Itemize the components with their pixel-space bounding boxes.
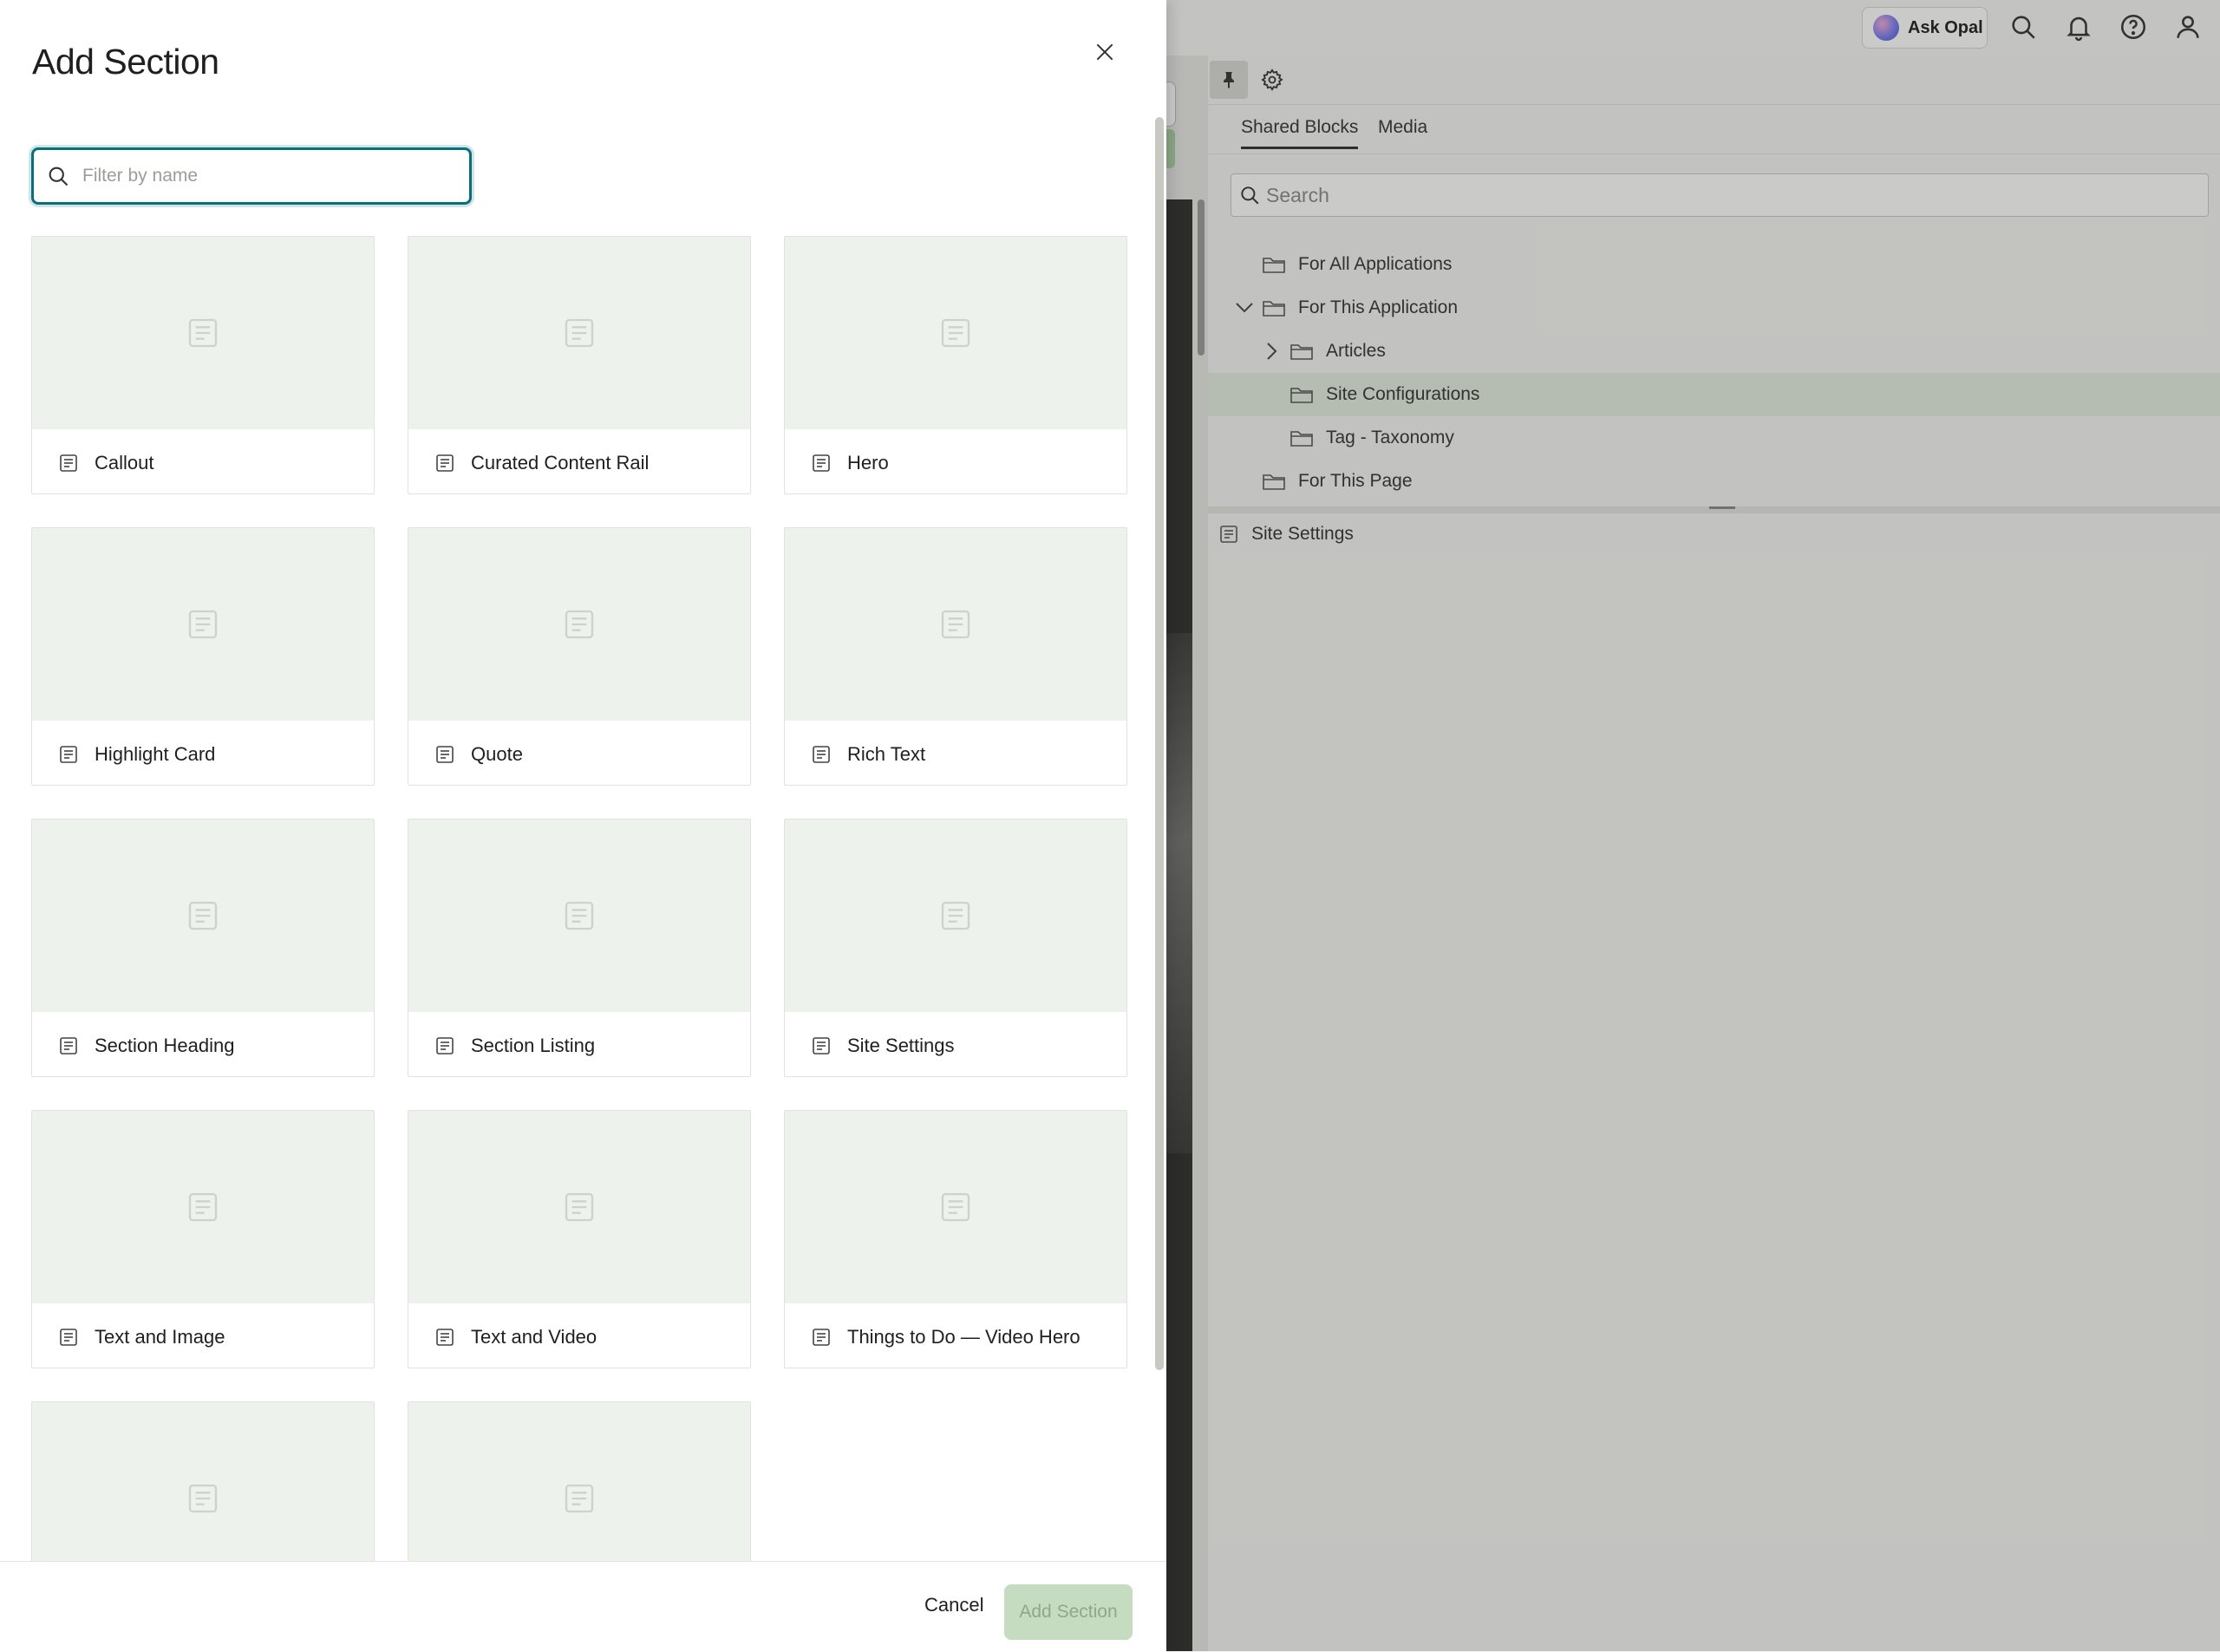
card-title: Text and Image (95, 1326, 225, 1348)
card-title: Quote (471, 743, 523, 765)
block-icon (565, 1192, 594, 1222)
section-card[interactable]: Curated Content Rail (408, 236, 751, 494)
card-label: Callout (58, 452, 153, 474)
block-icon (188, 1484, 218, 1513)
block-icon (188, 610, 218, 639)
card-label: Highlight Card (58, 743, 215, 766)
card-label: Section Heading (58, 1035, 234, 1057)
card-thumbnail (32, 237, 374, 429)
block-icon (813, 454, 830, 472)
card-label: Text and Image (58, 1326, 225, 1348)
block-icon (436, 454, 454, 472)
card-thumbnail (785, 819, 1126, 1012)
block-icon (565, 901, 594, 930)
section-card[interactable]: Highlight Card (31, 527, 375, 786)
section-grid: Callout Curated Content Rail Hero Highli… (31, 236, 1131, 1561)
section-card[interactable]: Section Heading (31, 819, 375, 1077)
card-thumbnail (408, 819, 750, 1012)
card-title: Section Heading (95, 1035, 235, 1056)
section-card[interactable]: Quote (408, 527, 751, 786)
block-icon (436, 746, 454, 763)
card-title: Rich Text (847, 743, 926, 765)
card-thumbnail (32, 1402, 374, 1561)
card-thumbnail (32, 819, 374, 1012)
card-thumbnail (32, 1111, 374, 1303)
card-thumbnail (785, 528, 1126, 721)
filter-field[interactable] (31, 147, 472, 205)
card-thumbnail (785, 237, 1126, 429)
card-title: Hero (847, 452, 889, 473)
card-title: Site Settings (847, 1035, 955, 1056)
section-card[interactable] (408, 1401, 751, 1561)
card-thumbnail (32, 528, 374, 721)
dialog-title: Add Section (32, 42, 219, 82)
card-label: Hero (811, 452, 889, 474)
dialog-scrollbar[interactable] (1155, 117, 1164, 1561)
block-icon (941, 610, 970, 639)
card-title: Section Listing (471, 1035, 596, 1056)
cancel-button[interactable]: Cancel (919, 1593, 989, 1617)
section-card[interactable]: Hero (784, 236, 1127, 494)
block-icon (436, 1329, 454, 1346)
card-thumbnail (785, 1111, 1126, 1303)
section-card[interactable]: Text and Image (31, 1110, 375, 1368)
card-label: Quote (434, 743, 523, 766)
block-icon (813, 1329, 830, 1346)
section-card[interactable]: Things to Do — Video Hero (784, 1110, 1127, 1368)
filter-input[interactable] (81, 165, 431, 187)
card-label: Things to Do — Video Hero (811, 1326, 1081, 1348)
close-icon (1096, 43, 1113, 61)
block-icon (565, 610, 594, 639)
block-icon (188, 901, 218, 930)
section-card[interactable] (31, 1401, 375, 1561)
close-button[interactable] (1087, 35, 1122, 69)
card-thumbnail (408, 1111, 750, 1303)
block-icon (565, 1484, 594, 1513)
block-icon (60, 454, 77, 472)
card-label: Section Listing (434, 1035, 595, 1057)
block-icon (565, 318, 594, 348)
block-icon (941, 318, 970, 348)
card-title: Callout (95, 452, 154, 473)
block-icon (188, 318, 218, 348)
add-section-dialog: Add Section Callout Curated Content Rail… (0, 0, 1166, 1652)
section-card[interactable]: Site Settings (784, 819, 1127, 1077)
card-thumbnail (408, 1402, 750, 1561)
block-icon (60, 1037, 77, 1055)
block-icon (436, 1037, 454, 1055)
scrollbar-thumb[interactable] (1155, 117, 1164, 1370)
section-card[interactable]: Text and Video (408, 1110, 751, 1368)
block-icon (941, 901, 970, 930)
block-icon (60, 746, 77, 763)
block-icon (941, 1192, 970, 1222)
card-title: Highlight Card (95, 743, 216, 765)
card-title: Curated Content Rail (471, 452, 650, 473)
card-label: Text and Video (434, 1326, 597, 1348)
card-thumbnail (408, 237, 750, 429)
block-icon (60, 1329, 77, 1346)
search-icon (49, 167, 69, 186)
block-icon (813, 1037, 830, 1055)
card-label: Site Settings (811, 1035, 955, 1057)
section-card[interactable]: Section Listing (408, 819, 751, 1077)
card-title: Things to Do — Video Hero (847, 1326, 1081, 1348)
card-label: Curated Content Rail (434, 452, 649, 474)
section-card[interactable]: Rich Text (784, 527, 1127, 786)
block-icon (188, 1192, 218, 1222)
card-thumbnail (408, 528, 750, 721)
card-label: Rich Text (811, 743, 925, 766)
dialog-footer: Cancel Add Section (0, 1561, 1166, 1652)
section-card[interactable]: Callout (31, 236, 375, 494)
card-title: Text and Video (471, 1326, 597, 1348)
add-section-button[interactable]: Add Section (1004, 1584, 1133, 1640)
block-icon (813, 746, 830, 763)
